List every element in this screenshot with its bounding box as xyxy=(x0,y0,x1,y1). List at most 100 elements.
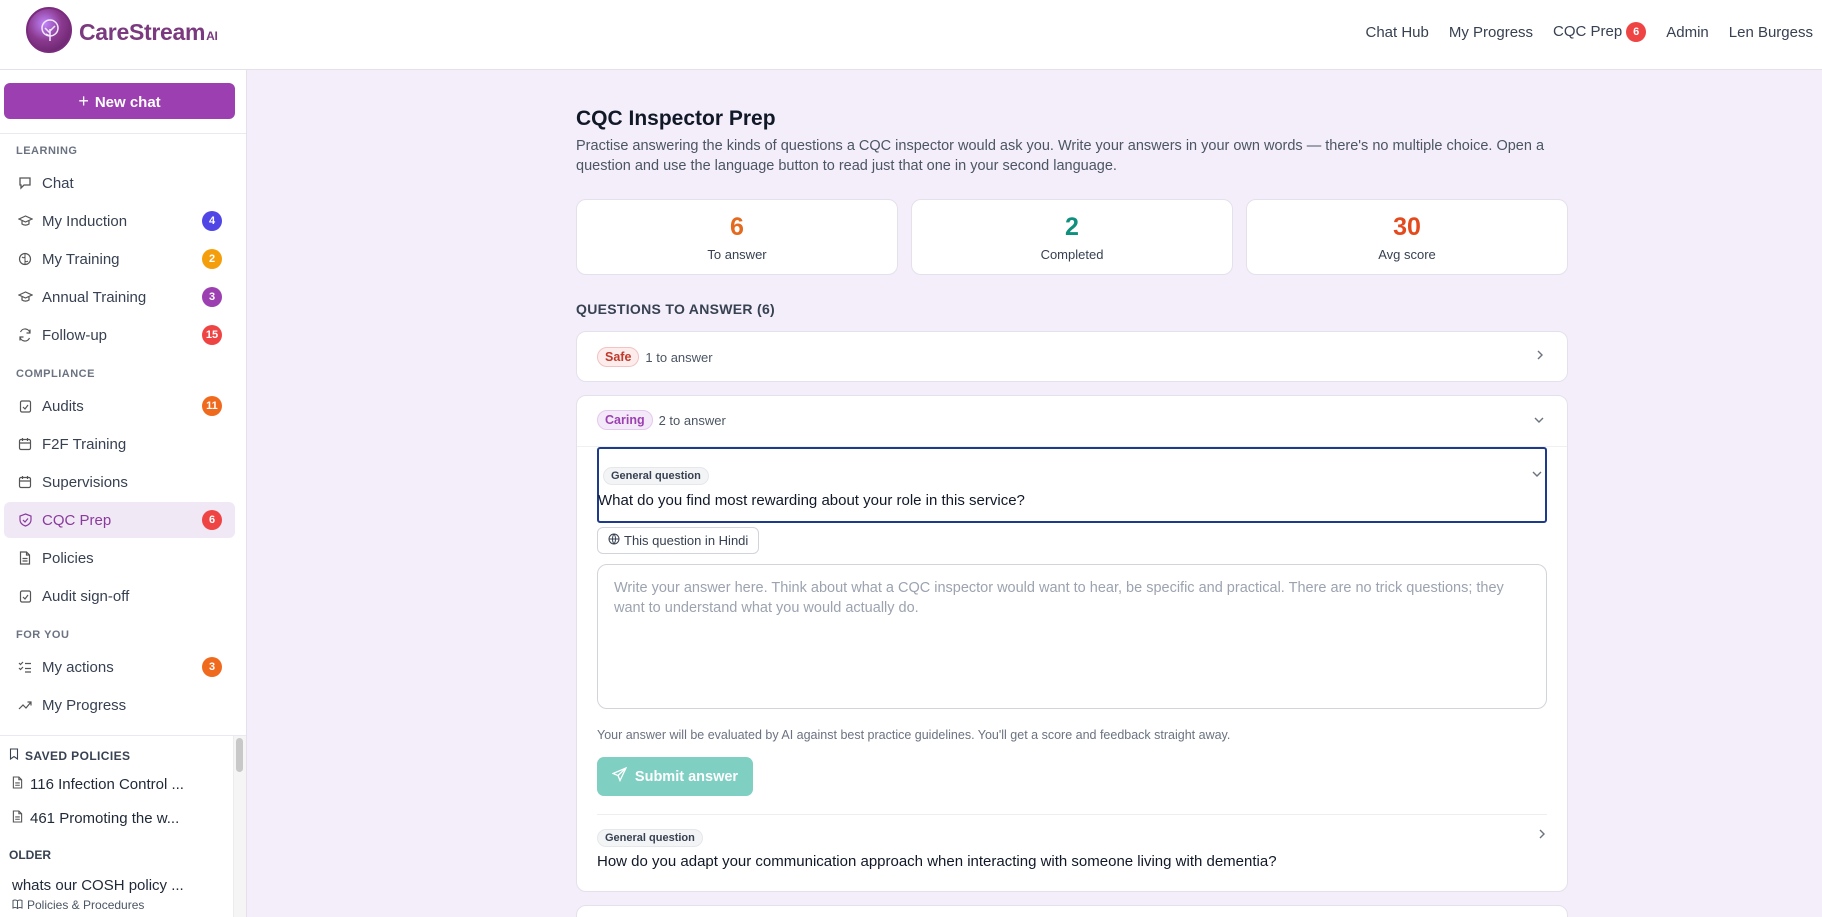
saved-policy-item[interactable]: 461 Promoting the w... xyxy=(12,810,179,827)
sidebar-item-policies[interactable]: Policies xyxy=(4,540,235,576)
globe-icon xyxy=(608,533,620,548)
new-chat-button[interactable]: + New chat xyxy=(4,83,235,119)
carestream-logo[interactable] xyxy=(26,7,72,53)
chat-history-item[interactable]: whats our COSH policy ... xyxy=(12,877,184,894)
page-title: CQC Inspector Prep xyxy=(576,107,776,130)
saved-policy-item[interactable]: 116 Infection Control ... xyxy=(12,776,184,793)
category-tag: Caring xyxy=(597,410,653,430)
category-tag: Safe xyxy=(597,347,640,367)
question-type-tag: General question xyxy=(603,467,709,485)
sidebar-item-my-induction[interactable]: My Induction 4 xyxy=(4,203,235,239)
answer-placeholder: Write your answer here. Think about what… xyxy=(614,580,1504,616)
sidebar: + New chat LEARNING Chat My Induction 4 M… xyxy=(0,70,247,917)
stat-value: 6 xyxy=(730,213,744,241)
count-badge: 15 xyxy=(202,325,222,345)
checklist-icon xyxy=(17,659,33,675)
sidebar-scrollbar-thumb[interactable] xyxy=(236,738,243,772)
refresh-icon xyxy=(17,327,33,343)
sidebar-item-my-training[interactable]: My Training 2 xyxy=(4,241,235,277)
count-badge: 11 xyxy=(202,396,222,416)
nav-cqc-prep[interactable]: CQC Prep 6 xyxy=(1553,22,1647,42)
plus-icon: + xyxy=(78,91,89,111)
tree-icon xyxy=(41,19,59,41)
document-icon xyxy=(17,550,33,566)
calendar-icon xyxy=(17,474,33,490)
cqc-prep-badge: 6 xyxy=(1626,22,1647,42)
main-content: CQC Inspector Prep Practise answering th… xyxy=(248,70,1822,917)
chat-history-category: Policies & Procedures xyxy=(12,898,144,912)
evaluation-hint: Your answer will be evaluated by AI agai… xyxy=(597,728,1231,742)
submit-answer-button[interactable]: Submit answer xyxy=(597,757,753,796)
clipboard-check-icon xyxy=(17,398,33,414)
page-description: Practise answering the kinds of question… xyxy=(576,138,1545,174)
question-text: What do you find most rewarding about yo… xyxy=(598,492,1025,509)
top-nav: Chat Hub My Progress CQC Prep 6 Admin Len… xyxy=(1365,22,1813,42)
older-heading: OLDER xyxy=(9,848,51,862)
sidebar-item-follow-up[interactable]: Follow-up 15 xyxy=(4,317,235,353)
group-count: 1 to answer xyxy=(645,349,713,365)
divider xyxy=(597,814,1547,815)
divider xyxy=(0,133,246,134)
nav-admin[interactable]: Admin xyxy=(1666,24,1709,41)
count-badge: 3 xyxy=(202,657,222,677)
book-icon xyxy=(12,898,23,912)
group-count: 2 to answer xyxy=(658,412,726,428)
stat-completed: 2 Completed xyxy=(911,199,1233,275)
stat-value: 2 xyxy=(1065,213,1079,241)
answer-textarea[interactable]: Write your answer here. Think about what… xyxy=(597,564,1547,709)
stat-to-answer: 6 To answer xyxy=(576,199,898,275)
top-bar: CareStreamAI Chat Hub My Progress CQC Pr… xyxy=(0,0,1822,70)
question-text: How do you adapt your communication appr… xyxy=(597,853,1277,870)
chevron-down-icon xyxy=(1531,466,1543,482)
stat-label: To answer xyxy=(707,247,767,262)
group-safe[interactable]: Safe 1 to answer xyxy=(576,331,1568,382)
chevron-right-icon xyxy=(1537,827,1547,843)
group-caring: Caring 2 to answer General question What… xyxy=(576,395,1568,892)
question-item[interactable]: General question How do you adapt your c… xyxy=(597,829,1547,884)
clipboard-check-icon xyxy=(17,588,33,604)
trend-up-icon xyxy=(17,697,33,713)
sidebar-item-annual-training[interactable]: Annual Training 3 xyxy=(4,279,235,315)
group-next[interactable] xyxy=(576,905,1568,917)
section-compliance: COMPLIANCE xyxy=(16,368,95,380)
questions-heading: QUESTIONS TO ANSWER (6) xyxy=(576,301,776,317)
divider xyxy=(0,735,246,736)
sidebar-item-chat[interactable]: Chat xyxy=(4,165,235,201)
brain-icon xyxy=(17,251,33,267)
graduation-cap-icon xyxy=(17,289,33,305)
count-badge: 2 xyxy=(202,249,222,269)
open-question[interactable]: General question What do you find most r… xyxy=(597,447,1547,523)
sidebar-item-f2f-training[interactable]: F2F Training xyxy=(4,426,235,462)
question-type-tag: General question xyxy=(597,829,703,847)
translate-question-button[interactable]: This question in Hindi xyxy=(597,527,760,554)
shield-check-icon xyxy=(17,512,33,528)
sidebar-item-my-progress[interactable]: My Progress xyxy=(4,687,235,723)
chevron-down-icon[interactable] xyxy=(1533,412,1545,428)
section-for-you: FOR YOU xyxy=(16,629,70,641)
calendar-icon xyxy=(17,436,33,452)
sidebar-item-cqc-prep[interactable]: CQC Prep 6 xyxy=(4,502,235,538)
bookmark-icon xyxy=(9,748,19,763)
count-badge: 3 xyxy=(202,287,222,307)
brand-name: CareStreamAI xyxy=(79,19,218,45)
count-badge: 4 xyxy=(202,211,222,231)
section-learning: LEARNING xyxy=(16,145,78,157)
nav-chat-hub[interactable]: Chat Hub xyxy=(1365,24,1428,41)
stat-value: 30 xyxy=(1393,213,1421,241)
stat-avg-score: 30 Avg score xyxy=(1246,199,1568,275)
count-badge: 6 xyxy=(202,510,222,530)
sidebar-item-supervisions[interactable]: Supervisions xyxy=(4,464,235,500)
chat-bubble-icon xyxy=(17,175,33,191)
chevron-right-icon xyxy=(1535,348,1545,364)
saved-policies-heading: SAVED POLICIES xyxy=(9,748,130,763)
document-icon xyxy=(12,810,23,827)
sidebar-item-audit-sign-off[interactable]: Audit sign-off xyxy=(4,578,235,614)
graduation-cap-icon xyxy=(17,213,33,229)
sidebar-item-audits[interactable]: Audits 11 xyxy=(4,388,235,424)
group-caring-header[interactable]: Caring 2 to answer xyxy=(597,410,726,430)
stat-label: Avg score xyxy=(1378,247,1436,262)
user-menu[interactable]: Len Burgess xyxy=(1729,24,1813,41)
sidebar-item-my-actions[interactable]: My actions 3 xyxy=(4,649,235,685)
nav-my-progress[interactable]: My Progress xyxy=(1449,24,1533,41)
document-icon xyxy=(12,776,23,793)
